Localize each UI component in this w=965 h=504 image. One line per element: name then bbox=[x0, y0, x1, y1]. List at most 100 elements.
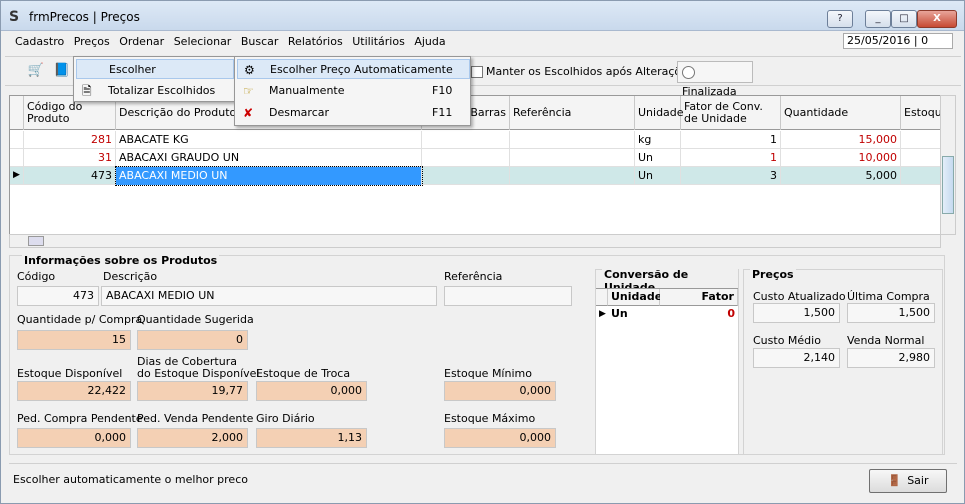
finalizada-radio[interactable]: Finalizada bbox=[677, 61, 753, 98]
dias-cob-field[interactable]: 19,77 bbox=[137, 381, 248, 401]
cell-barras[interactable] bbox=[422, 149, 510, 167]
help-button[interactable]: ? bbox=[827, 10, 853, 28]
menu-buscar[interactable]: Buscar bbox=[241, 35, 279, 48]
table-row[interactable]: 31 ABACAXI GRAUDO UN Un 1 10,000 bbox=[10, 149, 940, 167]
estoque-max-field[interactable]: 0,000 bbox=[444, 428, 556, 448]
book-icon[interactable]: 📘 bbox=[53, 62, 71, 80]
descricao-field[interactable]: ABACAXI MEDIO UN bbox=[101, 286, 437, 306]
cell-codigo[interactable]: 31 bbox=[24, 149, 116, 167]
cell-fator[interactable]: 1 bbox=[681, 149, 781, 167]
cell-codigo[interactable]: 281 bbox=[24, 131, 116, 149]
checkbox-box[interactable] bbox=[471, 66, 483, 78]
col-estoque[interactable]: Estoque bbox=[901, 96, 940, 130]
col-unidade[interactable]: Unidade bbox=[635, 96, 684, 130]
table-row-selected[interactable]: ▶ 473 ABACAXI MEDIO UN Un 3 5,000 bbox=[10, 166, 940, 186]
cell-fator[interactable]: 1 bbox=[681, 131, 781, 149]
menu-item-label: Desmarcar bbox=[269, 106, 330, 119]
cell-barras[interactable] bbox=[422, 131, 510, 149]
cell-referencia[interactable] bbox=[510, 167, 635, 185]
precos-dropdown-menu: Escolher 🗎 Totalizar Escolhidos bbox=[73, 56, 235, 102]
minimize-button[interactable]: _ bbox=[865, 10, 891, 28]
menu-ajuda[interactable]: Ajuda bbox=[414, 35, 445, 48]
cell-quantidade[interactable]: 5,000 bbox=[781, 167, 901, 185]
row-indicator-header bbox=[596, 289, 608, 306]
cell-descricao[interactable]: ABACAXI GRAUDO UN bbox=[116, 149, 422, 167]
menu-item-desmarcar[interactable]: ✘ Desmarcar F11 bbox=[237, 103, 470, 123]
cell-estoque[interactable] bbox=[901, 149, 940, 167]
cell-unidade[interactable]: Un bbox=[635, 167, 681, 185]
menu-item-manualmente[interactable]: ☞ Manualmente F10 bbox=[237, 81, 470, 101]
menu-item-escolher[interactable]: Escolher bbox=[76, 59, 234, 79]
estoque-min-label: Estoque Mínimo bbox=[444, 367, 532, 380]
referencia-field[interactable] bbox=[444, 286, 572, 306]
menu-ordenar[interactable]: Ordenar bbox=[119, 35, 164, 48]
manter-escolhidos-checkbox[interactable]: Manter os Escolhidos após Alterações bbox=[471, 65, 694, 78]
menu-utilitarios[interactable]: Utilitários bbox=[352, 35, 405, 48]
scroll-thumb[interactable] bbox=[942, 156, 954, 214]
cell-fator[interactable]: 3 bbox=[681, 167, 781, 185]
venda-normal-label: Venda Normal bbox=[847, 334, 925, 347]
ped-venda-field[interactable]: 2,000 bbox=[137, 428, 248, 448]
cell-descricao[interactable]: ABACAXI MEDIO UN bbox=[115, 166, 423, 186]
cell-descricao[interactable]: ABACATE KG bbox=[116, 131, 422, 149]
red-x-icon: ✘ bbox=[243, 106, 254, 120]
ped-compra-field[interactable]: 0,000 bbox=[17, 428, 131, 448]
cell-unidade[interactable]: Un bbox=[608, 306, 660, 323]
qtd-compra-field[interactable]: 15 bbox=[17, 330, 131, 350]
cell-referencia[interactable] bbox=[510, 131, 635, 149]
cell-unidade[interactable]: Un bbox=[635, 149, 681, 167]
ultima-compra-label: Última Compra bbox=[847, 290, 930, 303]
estoque-min-field[interactable]: 0,000 bbox=[444, 381, 556, 401]
col-fator[interactable]: Fator bbox=[660, 289, 738, 306]
cell-quantidade[interactable]: 15,000 bbox=[781, 131, 901, 149]
cell-estoque[interactable] bbox=[901, 167, 940, 185]
table-row[interactable]: 281 ABACATE KG kg 1 15,000 bbox=[10, 131, 940, 149]
cell-referencia[interactable] bbox=[510, 149, 635, 167]
maximize-button[interactable]: □ bbox=[891, 10, 917, 28]
menu-item-totalizar-escolhidos[interactable]: 🗎 Totalizar Escolhidos bbox=[76, 81, 234, 101]
menu-cadastro[interactable]: Cadastro bbox=[15, 35, 64, 48]
menu-relatorios[interactable]: Relatórios bbox=[288, 35, 343, 48]
venda-normal-field[interactable]: 2,980 bbox=[847, 348, 935, 368]
col-fator[interactable]: Fator de Conv. de Unidade bbox=[681, 96, 781, 130]
products-grid[interactable]: Código do Produto Descrição do Produto B… bbox=[9, 95, 941, 235]
grid-horizontal-scrollbar[interactable] bbox=[9, 234, 941, 248]
descricao-label: Descrição bbox=[103, 270, 158, 283]
main-window: S frmPrecos | Preços ? _ □ X Cadastro Pr… bbox=[0, 0, 965, 504]
close-button[interactable]: X bbox=[917, 10, 957, 28]
sair-button[interactable]: 🚪 Sair bbox=[869, 469, 947, 493]
grid-vertical-scrollbar[interactable] bbox=[940, 95, 956, 235]
cell-estoque[interactable] bbox=[901, 131, 940, 149]
col-quantidade[interactable]: Quantidade bbox=[781, 96, 901, 130]
cell-barras[interactable] bbox=[422, 167, 510, 185]
menu-selecionar[interactable]: Selecionar bbox=[174, 35, 232, 48]
title-bar: S frmPrecos | Preços ? _ □ X bbox=[1, 1, 964, 31]
ultima-compra-field[interactable]: 1,500 bbox=[847, 303, 935, 323]
giro-field[interactable]: 1,13 bbox=[256, 428, 367, 448]
estoque-troca-field[interactable]: 0,000 bbox=[256, 381, 367, 401]
shortcut-f11: F11 bbox=[432, 106, 453, 119]
cart-icon[interactable]: 🛒 bbox=[27, 62, 45, 80]
conversion-table[interactable]: Unidade Fator ▶ Un 0 bbox=[596, 288, 738, 454]
info-title: Informações sobre os Produtos bbox=[22, 254, 220, 267]
cell-unidade[interactable]: kg bbox=[635, 131, 681, 149]
menu-precos[interactable]: Preços bbox=[74, 35, 110, 48]
qtd-sugerida-field[interactable]: 0 bbox=[137, 330, 248, 350]
radio-circle[interactable] bbox=[682, 65, 695, 79]
custo-medio-label: Custo Médio bbox=[753, 334, 821, 347]
current-row-arrow-icon: ▶ bbox=[599, 309, 606, 319]
scroll-thumb[interactable] bbox=[28, 236, 44, 246]
col-unidade[interactable]: Unidade bbox=[608, 289, 662, 306]
custo-atualizado-field[interactable]: 1,500 bbox=[753, 303, 840, 323]
custo-medio-field[interactable]: 2,140 bbox=[753, 348, 840, 368]
codigo-field[interactable]: 473 bbox=[17, 286, 99, 306]
row-indicator bbox=[10, 131, 24, 149]
estoque-disp-label: Estoque Disponível bbox=[17, 367, 123, 380]
cell-fator[interactable]: 0 bbox=[660, 306, 738, 323]
cell-quantidade[interactable]: 10,000 bbox=[781, 149, 901, 167]
row-indicator bbox=[10, 149, 24, 167]
col-referencia[interactable]: Referência bbox=[510, 96, 635, 130]
cell-codigo[interactable]: 473 bbox=[24, 167, 116, 185]
menu-item-escolher-automaticamente[interactable]: ⚙ Escolher Preço Automaticamente bbox=[237, 59, 470, 79]
estoque-disp-field[interactable]: 22,422 bbox=[17, 381, 131, 401]
